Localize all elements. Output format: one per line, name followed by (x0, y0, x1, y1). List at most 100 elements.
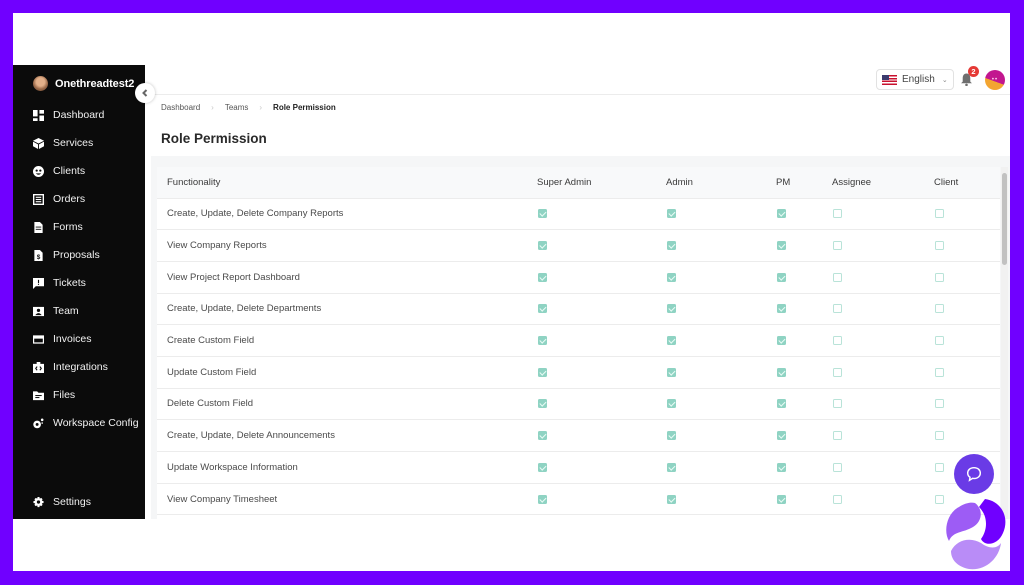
assignee-permission-cell (832, 451, 934, 484)
collapse-sidebar-button[interactable] (135, 83, 155, 103)
pm-permission-checkbox[interactable] (777, 272, 786, 282)
super-admin-permission-checkbox[interactable] (538, 241, 547, 251)
pm-permission-checkbox[interactable] (777, 431, 786, 441)
permissions-table-container: Functionality Super Admin Admin PM Assig… (151, 156, 1010, 519)
client-permission-checkbox[interactable] (935, 462, 944, 472)
assignee-permission-checkbox[interactable] (833, 336, 842, 346)
pm-permission-checkbox[interactable] (777, 209, 786, 219)
assignee-permission-checkbox[interactable] (833, 399, 842, 409)
chat-support-button[interactable] (954, 454, 994, 494)
pm-permission-checkbox[interactable] (777, 304, 786, 314)
super-admin-permission-checkbox[interactable] (538, 462, 547, 472)
admin-permission-checkbox[interactable] (667, 462, 676, 472)
gear-icon (33, 496, 44, 508)
notification-count-badge: 2 (968, 66, 979, 77)
sidebar-item-orders[interactable]: Orders (33, 191, 85, 207)
super-admin-permission-checkbox[interactable] (538, 272, 547, 282)
sidebar-item-label: Tickets (53, 277, 86, 289)
admin-permission-checkbox[interactable] (667, 494, 676, 504)
sidebar-item-tickets[interactable]: Tickets (33, 275, 86, 291)
workspace-switcher[interactable]: Onethreadtest2 (33, 76, 134, 91)
scrollbar-thumb[interactable] (1002, 173, 1007, 265)
table-row: Create, Update, Delete Departments (157, 293, 1000, 326)
sidebar-item-services[interactable]: Services (33, 135, 93, 151)
sidebar-item-settings[interactable]: Settings (33, 494, 91, 510)
client-permission-cell (934, 324, 1000, 357)
super-admin-permission-checkbox[interactable] (538, 304, 547, 314)
breadcrumb-dashboard[interactable]: Dashboard (161, 103, 200, 112)
assignee-permission-cell (832, 356, 934, 389)
admin-permission-cell (666, 198, 776, 231)
pm-permission-cell (776, 198, 832, 231)
notifications-button[interactable]: 2 (960, 66, 979, 87)
super-admin-permission-checkbox[interactable] (538, 399, 547, 409)
super-admin-permission-cell (537, 419, 666, 452)
chevron-left-icon (142, 89, 148, 97)
table-row: Update Custom Field (157, 356, 1000, 389)
sidebar-item-proposals[interactable]: $ Proposals (33, 247, 100, 263)
sidebar-item-dashboard[interactable]: Dashboard (33, 107, 104, 123)
pm-permission-checkbox[interactable] (777, 367, 786, 377)
assignee-permission-checkbox[interactable] (833, 431, 842, 441)
breadcrumb-teams[interactable]: Teams (225, 103, 249, 112)
pm-permission-checkbox[interactable] (777, 336, 786, 346)
assignee-permission-checkbox[interactable] (833, 494, 842, 504)
pm-permission-checkbox[interactable] (777, 462, 786, 472)
pm-permission-checkbox[interactable] (777, 241, 786, 251)
super-admin-permission-checkbox[interactable] (538, 336, 547, 346)
client-permission-checkbox[interactable] (935, 431, 944, 441)
assignee-permission-checkbox[interactable] (833, 241, 842, 251)
pm-permission-cell (776, 229, 832, 262)
super-admin-permission-checkbox[interactable] (538, 367, 547, 377)
functionality-cell: View Company Reports (157, 229, 537, 262)
admin-permission-checkbox[interactable] (667, 241, 676, 251)
pm-permission-checkbox[interactable] (777, 494, 786, 504)
super-admin-permission-checkbox[interactable] (538, 431, 547, 441)
brand-logo-icon (946, 499, 1006, 570)
sidebar-item-label: Proposals (53, 249, 100, 261)
super-admin-permission-cell (537, 356, 666, 389)
client-permission-checkbox[interactable] (935, 241, 944, 251)
sidebar-item-clients[interactable]: Clients (33, 163, 85, 179)
admin-permission-cell (666, 324, 776, 357)
admin-permission-checkbox[interactable] (667, 209, 676, 219)
functionality-cell: View Project Report Dashboard (157, 261, 537, 294)
sidebar-item-invoices[interactable]: Invoices (33, 331, 92, 347)
client-permission-checkbox[interactable] (935, 304, 944, 314)
table-scrollbar[interactable] (1001, 167, 1008, 519)
client-permission-checkbox[interactable] (935, 399, 944, 409)
admin-permission-checkbox[interactable] (667, 272, 676, 282)
admin-permission-checkbox[interactable] (667, 399, 676, 409)
admin-permission-checkbox[interactable] (667, 367, 676, 377)
pm-permission-checkbox[interactable] (777, 399, 786, 409)
super-admin-permission-checkbox[interactable] (538, 494, 547, 504)
assignee-permission-checkbox[interactable] (833, 462, 842, 472)
table-header-row: Functionality Super Admin Admin PM Assig… (157, 167, 1000, 199)
language-select[interactable]: English ⌄ (876, 69, 954, 90)
sidebar-item-team[interactable]: Team (33, 303, 79, 319)
admin-permission-checkbox[interactable] (667, 336, 676, 346)
client-permission-checkbox[interactable] (935, 209, 944, 219)
client-permission-checkbox[interactable] (935, 272, 944, 282)
chevron-down-icon: ⌄ (941, 76, 948, 84)
assignee-permission-checkbox[interactable] (833, 272, 842, 282)
admin-permission-cell (666, 451, 776, 484)
client-permission-checkbox[interactable] (935, 336, 944, 346)
permissions-table-card: Functionality Super Admin Admin PM Assig… (157, 167, 1000, 519)
client-permission-checkbox[interactable] (935, 367, 944, 377)
assignee-permission-checkbox[interactable] (833, 304, 842, 314)
super-admin-permission-checkbox[interactable] (538, 209, 547, 219)
assignee-permission-checkbox[interactable] (833, 209, 842, 219)
user-avatar[interactable]: •• (985, 70, 1005, 90)
pm-permission-cell (776, 261, 832, 294)
sidebar-item-forms[interactable]: Forms (33, 219, 83, 235)
admin-permission-checkbox[interactable] (667, 304, 676, 314)
functionality-cell: Create, Update, Delete Departments (157, 293, 537, 326)
admin-permission-checkbox[interactable] (667, 431, 676, 441)
sidebar-item-workspace-config[interactable]: Workspace Config (33, 415, 139, 431)
sidebar-item-integrations[interactable]: Integrations (33, 359, 108, 375)
assignee-permission-cell (832, 324, 934, 357)
assignee-permission-checkbox[interactable] (833, 367, 842, 377)
sidebar-item-files[interactable]: Files (33, 387, 75, 403)
admin-permission-cell (666, 229, 776, 262)
